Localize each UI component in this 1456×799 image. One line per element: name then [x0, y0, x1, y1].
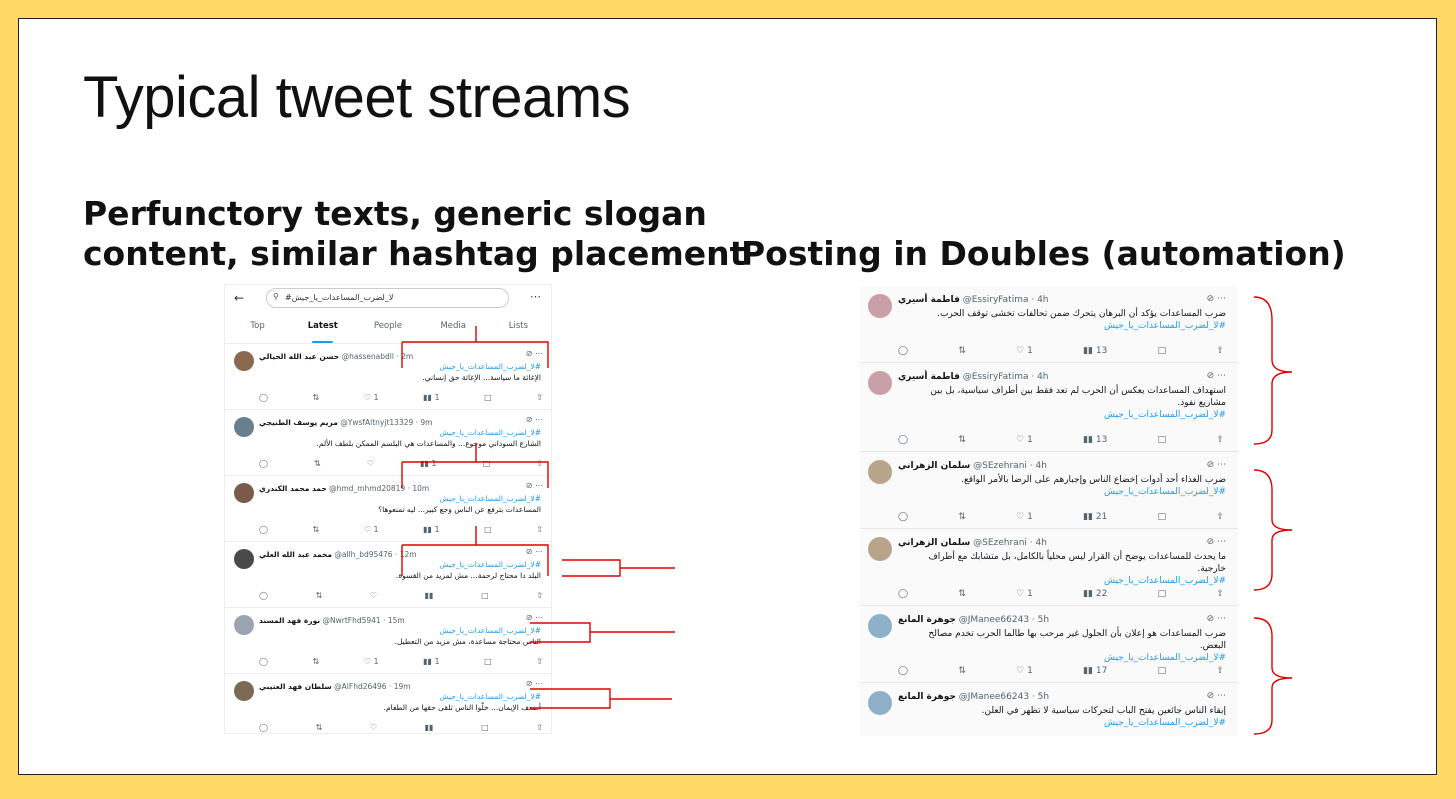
annotation-brace-2 — [1253, 469, 1293, 591]
annotation-callout-3 — [530, 688, 672, 709]
annotation-overlay — [401, 296, 1293, 735]
annotation-bracket-1 — [401, 326, 549, 368]
annotation-bracket-2 — [401, 443, 549, 488]
annotation-brace-1 — [1253, 296, 1293, 445]
annotation-brace-3 — [1253, 617, 1293, 735]
annotation-callout-1 — [562, 559, 675, 577]
annotation-bracket-3 — [401, 526, 549, 576]
annotation-callout-2 — [530, 622, 675, 643]
